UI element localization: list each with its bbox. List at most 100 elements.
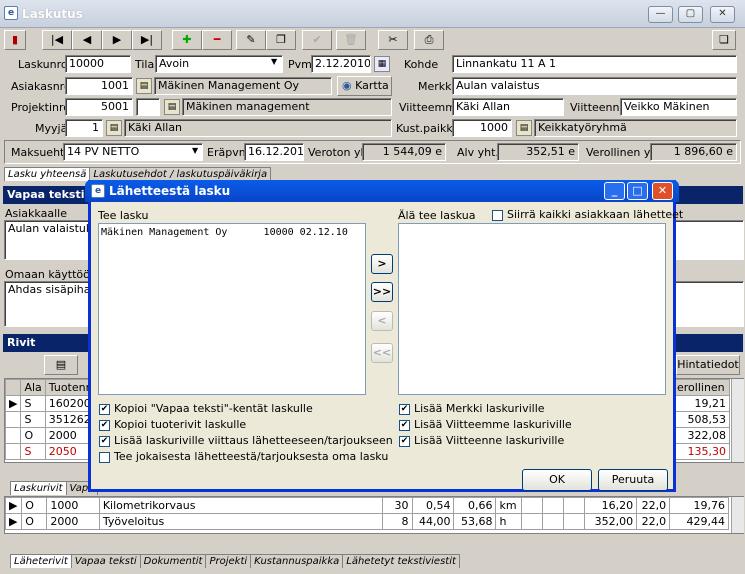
projektinro-label: Projektinro: [11, 101, 70, 114]
scrollbar[interactable]: [731, 497, 744, 533]
list-item[interactable]: Mäkinen Management Oy 10000 02.12.10: [99, 224, 365, 241]
minimize-button[interactable]: _: [604, 182, 625, 200]
scrollbar[interactable]: [731, 379, 744, 462]
pvm-label: Pvm: [288, 58, 312, 71]
close-button[interactable]: ✕: [710, 6, 735, 23]
table-row[interactable]: ▶ S 1602006: [4, 395, 102, 412]
checkbox-label: Tee jokaisesta lähetteestä/tarjouksesta …: [114, 450, 389, 463]
merkki-label: Merkki: [418, 80, 455, 93]
lisaa-viittaus-checkbox[interactable]: ✔ Lisää laskuriville viittaus lähetteesee…: [99, 434, 393, 447]
tab-vapaa-teksti[interactable]: Vapaa teksti: [70, 554, 141, 568]
print-icon[interactable]: ⎙: [414, 30, 444, 50]
pvm-field[interactable]: 2.12.2010: [311, 55, 371, 73]
kopioi-tuoterivit-checkbox[interactable]: ✔ Kopioi tuoterivit laskulle: [99, 418, 246, 431]
move-left-button[interactable]: <: [371, 311, 393, 331]
tools-icon[interactable]: ✂: [378, 30, 408, 50]
folder-icon[interactable]: ▤: [516, 120, 532, 136]
minimize-button[interactable]: —: [648, 6, 673, 23]
erapvm-field[interactable]: 16.12.2010: [244, 143, 304, 161]
tab-laheterivit[interactable]: Läheterivit: [10, 554, 72, 568]
tab-kustannuspaikka[interactable]: Kustannuspaikka: [250, 554, 344, 568]
viitteemme-field[interactable]: Käki Allan: [452, 98, 564, 116]
cell-verollinen: 322,08: [673, 427, 730, 444]
chevron-down-icon[interactable]: ▼: [192, 146, 198, 155]
lisaa-viitteenne-checkbox[interactable]: ✔ Lisää Viitteenne laskuriville: [399, 434, 564, 447]
copy-icon[interactable]: ❐: [266, 30, 296, 50]
move-all-right-button[interactable]: >>: [371, 282, 393, 302]
tab-dokumentit[interactable]: Dokumentit: [139, 554, 207, 568]
last-record-button[interactable]: ▶|: [132, 30, 162, 50]
hintatiedot-button[interactable]: Hintatiedot: [676, 355, 740, 375]
lisaa-viitteemme-checkbox[interactable]: ✔ Lisää Viitteemme laskuriville: [399, 418, 572, 431]
lahete-grid: ▶ O 1000 Kilometrikorvaus 30 0,54 0,66 km 16,20 2…: [4, 496, 744, 534]
checkbox-label: Kopioi tuoterivit laskulle: [114, 418, 247, 431]
trash-icon[interactable]: 🗑: [336, 30, 366, 50]
maximize-button[interactable]: □: [627, 182, 648, 200]
projekti-sub-field[interactable]: [136, 98, 160, 116]
folder-icon[interactable]: ▤: [106, 120, 122, 136]
asiakkaalle-label: Asiakkaalle: [5, 207, 67, 220]
exit-icon[interactable]: ▮: [4, 30, 26, 50]
merkki-field[interactable]: Aulan valaistus: [452, 77, 737, 95]
checkmark-icon: ✔: [399, 419, 410, 431]
tab-laskutusehdot[interactable]: Laskutusehdot / laskutuspäiväkirja: [89, 167, 272, 181]
checkbox-icon: [492, 209, 503, 221]
folder-icon[interactable]: ▤: [136, 78, 152, 94]
tila-select[interactable]: Avoin: [155, 55, 283, 73]
folder-icon[interactable]: ▤: [44, 355, 78, 375]
oma-lasku-checkbox[interactable]: Tee jokaisesta lähetteestä/tarjouksesta …: [99, 450, 388, 463]
ala-tee-list[interactable]: [398, 223, 666, 395]
window-titlebar: e Laskutus — ▢ ✕: [0, 0, 745, 28]
cell-verollinen: 19,21: [673, 395, 730, 412]
kartta-button[interactable]: ◉ Kartta: [337, 76, 392, 96]
folder-icon[interactable]: ▤: [164, 99, 180, 115]
kohde-label: Kohde: [404, 58, 439, 71]
projektinro-field[interactable]: 5001: [65, 98, 133, 116]
save-icon[interactable]: ✔: [302, 30, 332, 50]
table-row[interactable]: ▶ O 1000 Kilometrikorvaus 30 0,54 0,66 km 16,20 2…: [4, 497, 729, 514]
laskunro-label: Laskunro: [18, 58, 68, 71]
prev-record-button[interactable]: ◀: [72, 30, 102, 50]
verollinen-value: 1 896,60 e: [650, 143, 737, 161]
edit-icon[interactable]: ✎: [236, 30, 266, 50]
table-row[interactable]: S 2050: [4, 443, 102, 460]
close-button[interactable]: ✕: [652, 182, 673, 200]
tab-lahetetyt-tekstiviestit[interactable]: Lähetetyt tekstiviestit: [342, 554, 460, 568]
move-all-left-button[interactable]: <<: [371, 343, 393, 363]
viitteenne-field[interactable]: Veikko Mäkinen: [620, 98, 737, 116]
ok-button[interactable]: OK: [522, 469, 592, 491]
tab-laskurivit[interactable]: Laskurivit: [10, 481, 67, 495]
first-record-button[interactable]: |◀: [42, 30, 72, 50]
laskunro-field[interactable]: 10000: [65, 55, 131, 73]
table-row[interactable]: O 2000: [4, 427, 102, 444]
myyja-field[interactable]: 1: [65, 119, 103, 137]
checkbox-label: Lisää laskuriville viittaus lähetteeseen…: [114, 434, 393, 447]
add-icon[interactable]: ✚: [172, 30, 202, 50]
bottom-tabs: Läheterivit Vapaa teksti Dokumentit Projekt…: [10, 554, 460, 568]
kohde-field[interactable]: Linnankatu 11 A 1: [452, 55, 737, 73]
asiakasnro-label: Asiakasnro: [11, 80, 71, 93]
lisaa-merkki-checkbox[interactable]: ✔ Lisää Merkki laskuriville: [399, 402, 545, 415]
calendar-icon[interactable]: ▦: [374, 56, 390, 72]
maximize-button[interactable]: ▢: [678, 6, 703, 23]
kustpaikka-field[interactable]: 1000: [452, 119, 512, 137]
move-right-button[interactable]: >: [371, 254, 393, 274]
maksuehto-select[interactable]: 14 PV NETTO: [63, 143, 203, 161]
kustpaikka-name: Keikkatyöryhmä: [534, 119, 737, 137]
kopioi-vapaa-checkbox[interactable]: ✔ Kopioi "Vapaa teksti"-kentät laskulle: [99, 402, 313, 415]
table-row[interactable]: S 3512622: [4, 411, 102, 428]
table-row[interactable]: ▶ O 2000 Työveloitus 8 44,00 53,68 h 352,00 22,0 4…: [4, 513, 729, 530]
peruuta-button[interactable]: Peruuta: [598, 469, 668, 491]
delete-icon[interactable]: ━: [202, 30, 232, 50]
tab-projekti[interactable]: Projekti: [205, 554, 252, 568]
asiakasnro-field[interactable]: 1001: [65, 77, 133, 95]
next-record-button[interactable]: ▶: [102, 30, 132, 50]
tee-lasku-list[interactable]: Mäkinen Management Oy 10000 02.12.10: [98, 223, 366, 395]
tab-lasku-yhteensa[interactable]: Lasku yhteensä: [4, 167, 91, 181]
windows-icon[interactable]: ❏: [712, 30, 736, 50]
dialog-titlebar: e Lähetteestä lasku _ □ ✕: [85, 180, 679, 202]
chevron-down-icon[interactable]: ▼: [271, 57, 277, 66]
siirra-checkbox[interactable]: Siirrä kaikki asiakkaan lähetteet: [492, 208, 683, 221]
checkmark-icon: ✔: [399, 435, 410, 447]
kartta-label: Kartta: [355, 79, 389, 92]
